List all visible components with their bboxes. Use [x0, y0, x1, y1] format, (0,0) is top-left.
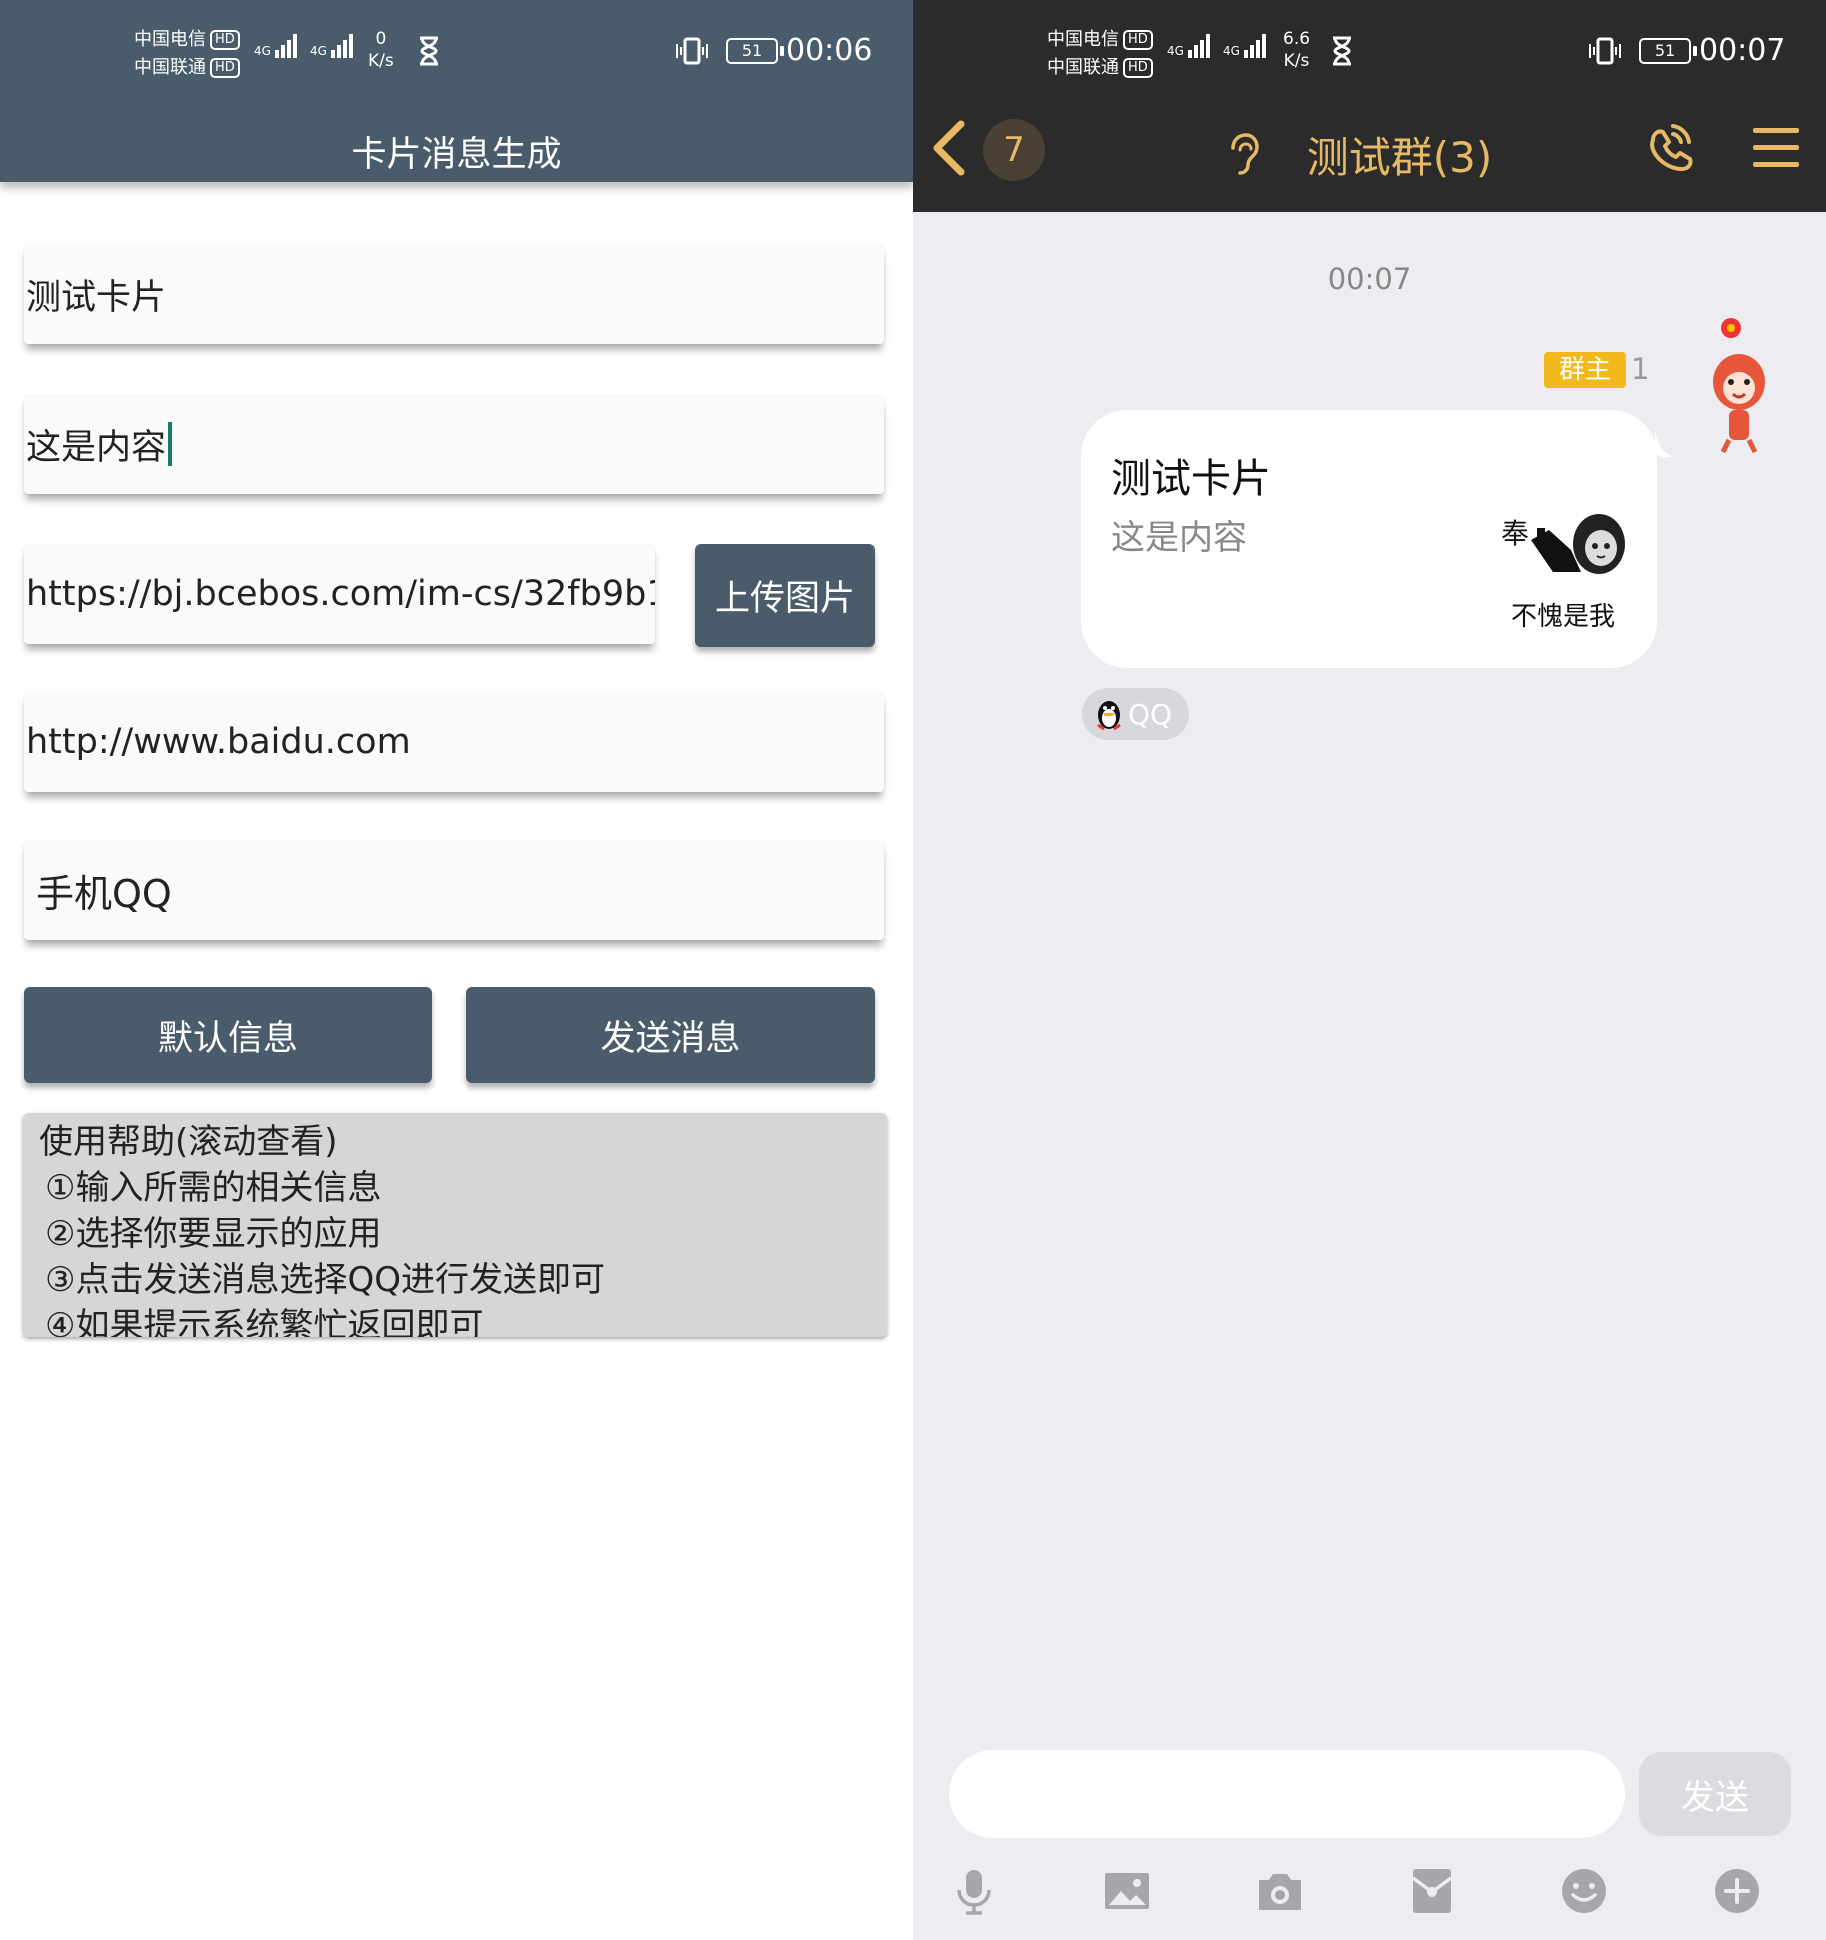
send-button[interactable]: 发送 — [1639, 1752, 1791, 1836]
source-app-chip[interactable]: QQ — [1082, 688, 1189, 740]
signal-icon: 4G — [310, 34, 355, 58]
card-message-bubble[interactable]: 测试卡片 这是内容 奉 不愧是我 — [1081, 410, 1657, 668]
message-timestamp: 00:07 — [1327, 262, 1412, 296]
qq-penguin-icon — [1097, 701, 1121, 731]
red-packet-icon[interactable] — [1407, 1866, 1457, 1916]
card-description: 这是内容 — [1111, 518, 1247, 558]
signal-icon: 4G — [1167, 34, 1212, 58]
signal-icon: 4G — [254, 34, 299, 58]
screenshot-composite: 中国电信 HD 中国联通 HD 4G 4G 0 K/s 51 00:06 卡片消息生成… — [0, 0, 1826, 1940]
card-content-input[interactable]: 这是内容 — [24, 394, 884, 494]
page-title: 卡片消息生成 — [351, 135, 562, 175]
menu-icon[interactable] — [1753, 128, 1799, 168]
member-level: 1 — [1631, 352, 1650, 386]
battery-icon: 51 — [1639, 38, 1697, 64]
avatar[interactable] — [1699, 316, 1779, 454]
hd-badge: HD — [210, 58, 240, 78]
net-speed: 0 K/s — [368, 29, 394, 71]
message-input[interactable] — [949, 1750, 1625, 1838]
carrier-1: 中国电信 — [134, 29, 206, 50]
hourglass-icon — [1333, 36, 1351, 66]
help-line: ②选择你要显示的应用 — [45, 1214, 382, 1254]
source-app-label: QQ — [1128, 697, 1173, 731]
image-url-input[interactable]: https://bj.bcebos.com/im-cs/32fb9b122 — [24, 544, 655, 644]
vibrate-icon — [1589, 37, 1621, 65]
card-title-input[interactable]: 测试卡片 — [24, 244, 884, 344]
jump-url-input[interactable]: http://www.baidu.com — [24, 692, 884, 792]
thumb-caption: 不愧是我 — [1511, 602, 1616, 632]
upload-image-button[interactable]: 上传图片 — [695, 544, 875, 647]
help-heading: 使用帮助(滚动查看) — [39, 1122, 338, 1162]
camera-icon[interactable] — [1255, 1866, 1305, 1916]
image-icon[interactable] — [1102, 1866, 1152, 1916]
thumb-side-text: 奉 — [1501, 517, 1530, 550]
clock: 00:06 — [786, 33, 873, 68]
app-header: 中国电信 HD 中国联通 HD 4G 4G 0 K/s 51 00:06 卡片消息生成 — [0, 0, 913, 182]
hd-badge: HD — [1123, 30, 1153, 50]
hd-badge: HD — [1123, 58, 1153, 78]
carrier-info: 中国电信 HD 中国联通 HD — [134, 26, 240, 82]
status-bar: 中国电信 HD 中国联通 HD 4G 4G 6.6 K/s 51 00:07 — [913, 0, 1826, 105]
emoji-icon[interactable] — [1559, 1866, 1609, 1916]
help-line: ④如果提示系统繁忙返回即可 — [45, 1306, 484, 1337]
clock: 00:07 — [1699, 33, 1786, 68]
carrier-info: 中国电信 HD 中国联通 HD — [1047, 26, 1153, 82]
carrier-1: 中国电信 — [1047, 29, 1119, 50]
card-generator-screen: 中国电信 HD 中国联通 HD 4G 4G 0 K/s 51 00:06 卡片消息生成… — [0, 0, 913, 1940]
bubble-tail — [1655, 430, 1673, 458]
card-title: 测试卡片 — [1111, 456, 1271, 502]
card-thumbnail: 奉 不愧是我 — [1501, 510, 1629, 632]
help-panel[interactable]: 使用帮助(滚动查看) ①输入所需的相关信息 ②选择你要显示的应用 ③点击发送消息… — [23, 1113, 887, 1337]
net-speed: 6.6 K/s — [1283, 29, 1311, 71]
help-line: ③点击发送消息选择QQ进行发送即可 — [45, 1260, 606, 1300]
vibrate-icon — [676, 37, 708, 65]
battery-icon: 51 — [726, 38, 784, 64]
mic-icon[interactable] — [949, 1866, 999, 1916]
jump-url-value: http://www.baidu.com — [26, 722, 411, 762]
help-line: ①输入所需的相关信息 — [45, 1168, 382, 1208]
hourglass-icon — [420, 36, 438, 66]
hd-badge: HD — [210, 30, 240, 50]
chat-header: 中国电信 HD 中国联通 HD 4G 4G 6.6 K/s 51 00:07 7 测试… — [913, 0, 1826, 212]
text-cursor — [168, 422, 173, 466]
group-owner-badge: 群主 — [1544, 352, 1626, 388]
app-name-input[interactable]: 手机QQ — [24, 840, 884, 940]
status-bar: 中国电信 HD 中国联通 HD 4G 4G 0 K/s 51 00:06 — [0, 0, 913, 105]
signal-icon: 4G — [1223, 34, 1268, 58]
default-info-button[interactable]: 默认信息 — [24, 987, 432, 1083]
plus-icon[interactable] — [1712, 1866, 1762, 1916]
send-message-button[interactable]: 发送消息 — [466, 987, 875, 1083]
card-content-value: 这是内容 — [26, 427, 167, 468]
image-url-value: https://bj.bcebos.com/im-cs/32fb9b122 — [26, 574, 655, 614]
card-title-value: 测试卡片 — [26, 277, 167, 318]
qq-chat-screen: 中国电信 HD 中国联通 HD 4G 4G 6.6 K/s 51 00:07 7 测试… — [913, 0, 1826, 1940]
call-icon[interactable] — [1643, 120, 1697, 174]
carrier-2: 中国联通 — [134, 57, 206, 78]
carrier-2: 中国联通 — [1047, 57, 1119, 78]
app-name-value: 手机QQ — [36, 871, 172, 916]
